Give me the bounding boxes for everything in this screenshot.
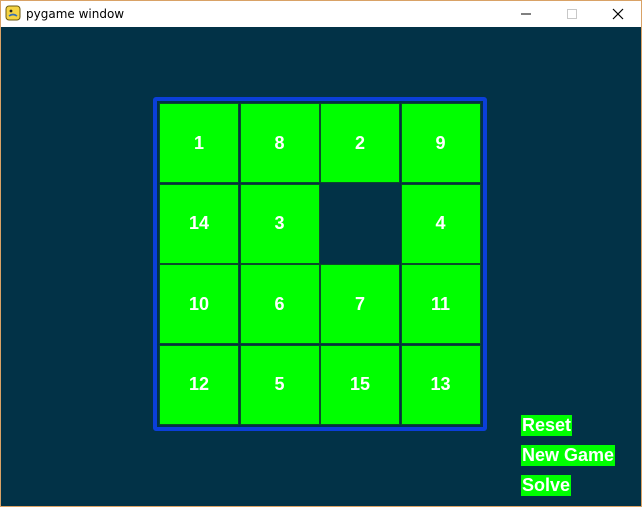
window-title: pygame window — [26, 7, 125, 21]
puzzle-tile[interactable]: 3 — [239, 183, 320, 264]
maximize-button[interactable] — [549, 1, 595, 27]
puzzle-tile[interactable]: 4 — [400, 183, 481, 264]
solve-button[interactable]: Solve — [521, 475, 572, 496]
close-icon — [612, 8, 624, 20]
minimize-button[interactable] — [503, 1, 549, 27]
minimize-icon — [521, 13, 531, 15]
puzzle-tile[interactable]: 9 — [400, 103, 481, 183]
puzzle-tile[interactable]: 11 — [400, 264, 481, 344]
close-button[interactable] — [595, 1, 641, 27]
reset-button[interactable]: Reset — [521, 415, 573, 436]
new-game-button[interactable]: New Game — [521, 445, 616, 466]
puzzle-tile[interactable]: 7 — [320, 264, 400, 344]
empty-slot — [320, 183, 400, 264]
puzzle-tile[interactable]: 13 — [400, 344, 481, 425]
puzzle-tile[interactable]: 2 — [320, 103, 400, 183]
puzzle-tile[interactable]: 15 — [320, 344, 400, 425]
game-canvas: 1 8 2 9 14 3 4 10 6 7 11 12 5 15 13 Reset New Game Sol… — [1, 27, 641, 506]
puzzle-tile[interactable]: 1 — [159, 103, 239, 183]
puzzle-tile[interactable]: 14 — [159, 183, 239, 264]
pygame-window: pygame window 1 8 2 9 14 3 4 10 6 7 11 12 5 15 13 Rese… — [0, 0, 642, 507]
puzzle-tile[interactable]: 5 — [239, 344, 320, 425]
puzzle-tile[interactable]: 8 — [239, 103, 320, 183]
puzzle-board: 1 8 2 9 14 3 4 10 6 7 11 12 5 15 13 — [153, 97, 487, 431]
maximize-icon — [567, 9, 577, 19]
puzzle-tile[interactable]: 6 — [239, 264, 320, 344]
title-bar[interactable]: pygame window — [1, 1, 641, 27]
pygame-snake-icon — [5, 5, 21, 21]
puzzle-tile[interactable]: 10 — [159, 264, 239, 344]
puzzle-tile[interactable]: 12 — [159, 344, 239, 425]
